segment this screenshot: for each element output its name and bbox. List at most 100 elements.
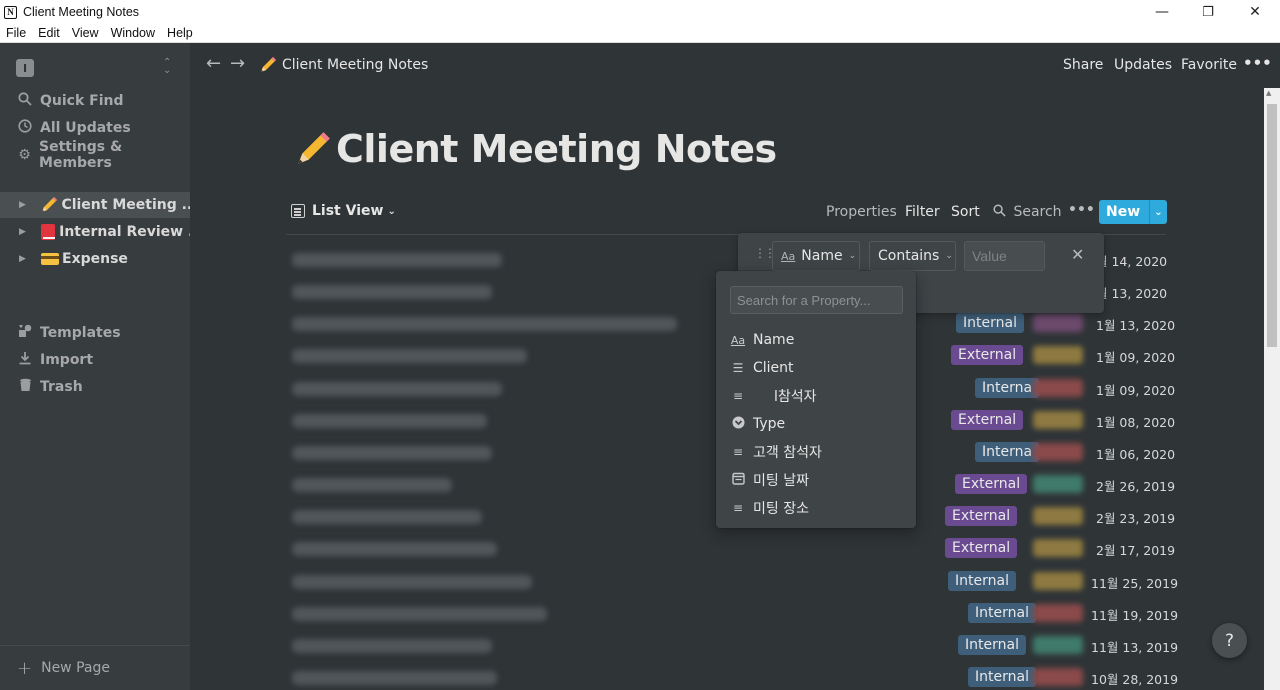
filter-button[interactable]: Filter <box>905 204 940 220</box>
menu-file[interactable]: File <box>0 26 32 40</box>
share-button[interactable]: Share <box>1063 57 1103 73</box>
redacted-row-title <box>292 542 497 557</box>
filter-condition-select[interactable]: Contains ⌄ <box>869 241 956 271</box>
expand-triangle-icon[interactable]: ▶ <box>19 200 28 210</box>
list-item[interactable]: Internal 11월 13, 2019 <box>286 629 1178 661</box>
chevron-up-down-icon[interactable]: ⌃ ⌄ <box>163 58 171 76</box>
redacted-row-title <box>292 510 482 525</box>
import-icon <box>17 351 33 369</box>
sidebar-page-internal-review[interactable]: ▶ Internal Review ... <box>0 219 190 245</box>
page-title[interactable]: Client Meeting Notes <box>292 127 777 171</box>
meeting-date: 11월 25, 2019 <box>1091 575 1179 591</box>
favorite-button[interactable]: Favorite <box>1181 57 1237 73</box>
redacted-row-title <box>292 381 502 396</box>
menu-help[interactable]: Help <box>161 26 199 40</box>
list-item[interactable]: Internal 11월 19, 2019 <box>286 597 1178 629</box>
list-item[interactable]: External 2월 17, 2019 <box>286 532 1175 564</box>
text-property-icon: ≡ <box>732 389 744 403</box>
close-window-button[interactable]: ✕ <box>1232 0 1278 24</box>
property-option-label: 미팅 날짜 <box>753 473 809 489</box>
restore-button[interactable]: ❐ <box>1185 0 1231 24</box>
sidebar-page-label: Expense <box>62 251 128 267</box>
menu-bar: File Edit View Window Help <box>0 24 1280 43</box>
sidebar-page-expense[interactable]: ▶ Expense <box>0 246 190 272</box>
filter-value-input[interactable]: Value <box>964 241 1045 271</box>
sidebar-page-client-meeting[interactable]: ▶ Client Meeting ... <box>0 192 190 218</box>
meeting-date: 월 13, 2020 <box>1096 286 1168 302</box>
meeting-date: 1월 09, 2020 <box>1096 350 1176 366</box>
type-tag: External <box>945 538 1018 559</box>
back-arrow-icon[interactable]: ← <box>206 53 221 74</box>
menu-window[interactable]: Window <box>105 26 161 40</box>
property-option-client[interactable]: ☰ Client <box>716 354 916 382</box>
property-option-type[interactable]: Type <box>716 410 916 438</box>
type-tag: Internal <box>968 666 1036 687</box>
new-button-label: New <box>1106 204 1141 220</box>
scrollbar-thumb[interactable] <box>1267 104 1277 347</box>
text-property-icon: ≡ <box>732 501 744 515</box>
property-option-label: Type <box>753 416 786 432</box>
more-options-icon[interactable]: ••• <box>1068 202 1095 218</box>
redacted-row-title <box>292 606 547 621</box>
property-option-meeting-date[interactable]: 미팅 날짜 <box>716 466 916 494</box>
new-page-button[interactable]: + New Page <box>0 645 190 690</box>
property-option-label: Client <box>753 360 794 376</box>
sidebar: I ⌃ ⌄ Quick Find All Updates ⚙ Settings &… <box>0 43 190 690</box>
sidebar-import[interactable]: Import <box>0 347 190 373</box>
sidebar-all-updates[interactable]: All Updates <box>0 115 190 141</box>
help-button[interactable]: ? <box>1212 623 1247 658</box>
chevron-down-icon[interactable]: ⌄ <box>1149 200 1167 224</box>
property-option-label: Name <box>753 332 795 348</box>
updates-button[interactable]: Updates <box>1114 57 1172 73</box>
workspace-switcher[interactable]: I <box>16 59 34 77</box>
redacted-row-title <box>292 413 487 428</box>
view-switcher[interactable]: List View ⌄ <box>291 203 396 219</box>
property-option-name[interactable]: Aa Name <box>716 326 916 354</box>
minimize-button[interactable]: — <box>1139 0 1185 24</box>
type-tag: Internal <box>958 634 1026 655</box>
list-view-icon <box>291 204 305 218</box>
sidebar-trash[interactable]: Trash <box>0 374 190 400</box>
menu-view[interactable]: View <box>66 26 105 40</box>
redacted-client-tag <box>1033 475 1083 494</box>
type-tag: Interna <box>975 441 1040 462</box>
close-icon[interactable]: ✕ <box>1071 245 1084 264</box>
menu-edit[interactable]: Edit <box>32 26 66 40</box>
search-button[interactable]: Search <box>993 204 1062 220</box>
filter-property-select[interactable]: Aa Name ⌄ <box>772 241 860 271</box>
sidebar-templates[interactable]: Templates <box>0 320 190 346</box>
scroll-up-arrow-icon[interactable]: ▲ <box>1266 89 1271 97</box>
forward-arrow-icon[interactable]: → <box>230 53 245 74</box>
list-item[interactable]: Internal 10월 28, 2019 <box>286 661 1178 690</box>
property-option-label: 미팅 장소 <box>753 501 809 517</box>
expand-triangle-icon[interactable]: ▶ <box>19 227 28 237</box>
property-option-client-attendee[interactable]: ≡ 고객 참석자 <box>716 438 916 466</box>
sidebar-quick-find[interactable]: Quick Find <box>0 88 190 114</box>
pencil-emoji-icon[interactable] <box>292 128 334 170</box>
search-label: Search <box>1013 204 1062 220</box>
property-option-attendee[interactable]: ≡ l참석자 <box>716 382 916 410</box>
meeting-date: 1월 09, 2020 <box>1096 382 1176 398</box>
meeting-date: 2월 17, 2019 <box>1096 543 1176 559</box>
sidebar-settings-members[interactable]: ⚙ Settings & Members <box>0 139 190 171</box>
type-tag: Internal <box>948 570 1016 591</box>
expand-triangle-icon[interactable]: ▶ <box>19 254 29 264</box>
more-options-icon[interactable]: ••• <box>1243 54 1272 72</box>
sidebar-item-label: All Updates <box>40 120 131 136</box>
drag-handle-icon[interactable]: ⋮⋮ <box>754 247 776 259</box>
meeting-date: 10월 28, 2019 <box>1091 671 1179 687</box>
sort-button[interactable]: Sort <box>951 204 980 220</box>
list-item[interactable]: Internal 11월 25, 2019 <box>286 565 1178 597</box>
filter-property-label: Name <box>801 248 843 264</box>
properties-button[interactable]: Properties <box>826 204 897 220</box>
redacted-client-tag <box>1033 378 1083 397</box>
property-option-meeting-place[interactable]: ≡ 미팅 장소 <box>716 494 916 522</box>
breadcrumb-label: Client Meeting Notes <box>282 57 429 73</box>
property-search-input[interactable]: Search for a Property... <box>730 286 903 314</box>
new-button[interactable]: New ⌄ <box>1099 200 1167 224</box>
type-tag: External <box>951 345 1024 366</box>
breadcrumb[interactable]: Client Meeting Notes <box>258 55 428 75</box>
chevron-down-icon: ⌄ <box>387 205 396 217</box>
redacted-row-title <box>292 349 527 364</box>
redacted-row-title <box>292 317 677 332</box>
